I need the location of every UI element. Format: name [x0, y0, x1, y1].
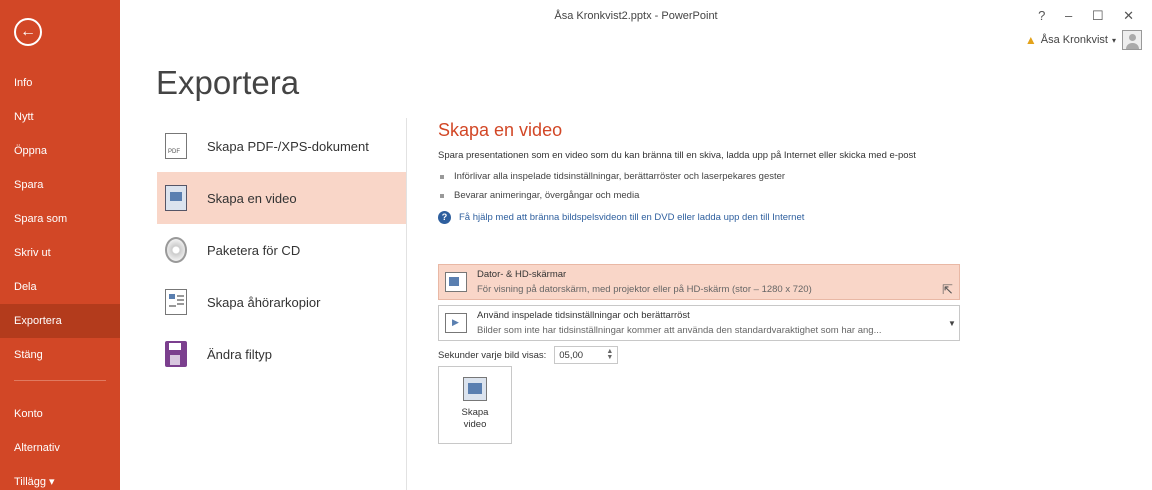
- dropdown-title: Använd inspelade tidsinställningar och b…: [477, 310, 690, 321]
- option-create-handouts[interactable]: Skapa åhörarkopior: [157, 276, 407, 328]
- dropdown-text: Dator- & HD-skärmar För visning på dator…: [477, 269, 945, 295]
- dropdown-title: Dator- & HD-skärmar: [477, 269, 567, 280]
- option-label: Skapa åhörarkopior: [207, 294, 321, 310]
- dropdown-text: Använd inspelade tidsinställningar och b…: [477, 310, 945, 336]
- option-create-video[interactable]: Skapa en video: [157, 172, 407, 224]
- nav-item-account[interactable]: Konto: [0, 397, 120, 431]
- close-button[interactable]: ✕: [1123, 8, 1142, 23]
- seconds-per-slide: Sekunder varje bild visas: 05,00 ▲ ▼: [438, 346, 619, 364]
- save-as-icon: [165, 341, 187, 367]
- window-controls: ? – ☐ ✕: [1038, 8, 1142, 24]
- nav-list-top: Info Nytt Öppna Spara Spara som Skriv ut…: [0, 66, 120, 372]
- warning-icon: ▲: [1024, 33, 1037, 47]
- page-title: Exportera: [156, 64, 300, 101]
- option-change-file-type[interactable]: Ändra filtyp: [157, 328, 407, 380]
- user-account[interactable]: ▲ Åsa Kronkvist ▾: [1025, 30, 1142, 50]
- narration-icon: [445, 313, 467, 333]
- nav-item-addins[interactable]: Tillägg ▾: [0, 465, 120, 490]
- seconds-stepper[interactable]: 05,00 ▲ ▼: [554, 346, 619, 364]
- window-title: Åsa Kronkvist2.pptx - PowerPoint: [554, 10, 718, 22]
- create-video-label: Skapa video: [461, 407, 489, 430]
- help-link-text[interactable]: Få hjälp med att bränna bildspelsvideon …: [459, 212, 804, 223]
- minimize-button[interactable]: –: [1065, 8, 1080, 23]
- seconds-label: Sekunder varje bild visas:: [438, 349, 547, 361]
- export-options: Skapa PDF-/XPS-dokument Skapa en video P…: [157, 120, 407, 380]
- help-link[interactable]: ? Få hjälp med att bränna bildspelsvideo…: [438, 211, 960, 224]
- pdf-document-icon: [165, 133, 187, 159]
- nav-item-open[interactable]: Öppna: [0, 134, 120, 168]
- dropdown-subtitle: För visning på datorskärm, med projektor…: [477, 284, 812, 295]
- chevron-down-icon[interactable]: ▾: [1112, 36, 1116, 45]
- chevron-down-icon[interactable]: ▼: [945, 319, 959, 328]
- video-icon: [463, 377, 487, 401]
- monitor-icon: [445, 272, 467, 292]
- dropdown-subtitle: Bilder som inte har tidsinställningar ko…: [477, 325, 882, 336]
- nav-divider: [14, 380, 106, 381]
- help-question-icon: ?: [438, 211, 451, 224]
- option-label: Skapa PDF-/XPS-dokument: [207, 138, 369, 154]
- nav-list-bottom: Konto Alternativ Tillägg ▾: [0, 397, 120, 490]
- cd-icon: [165, 237, 187, 263]
- timing-dropdown[interactable]: Använd inspelade tidsinställningar och b…: [438, 305, 960, 341]
- backstage-nav: ← Info Nytt Öppna Spara Spara som Skriv …: [0, 0, 120, 490]
- option-label: Ändra filtyp: [207, 346, 273, 362]
- bullet-item: Införlivar alla inspelade tidsinställnin…: [438, 167, 960, 186]
- user-name[interactable]: Åsa Kronkvist: [1041, 34, 1108, 46]
- mouse-cursor-icon: ⇱: [942, 282, 953, 297]
- nav-item-export[interactable]: Exportera: [0, 304, 120, 338]
- option-label: Paketera för CD: [207, 242, 301, 258]
- bullet-item: Bevarar animeringar, övergångar och medi…: [438, 186, 960, 205]
- help-button[interactable]: ?: [1038, 8, 1053, 23]
- maximize-button[interactable]: ☐: [1092, 8, 1112, 23]
- nav-item-print[interactable]: Skriv ut: [0, 236, 120, 270]
- detail-heading: Skapa en video: [438, 120, 563, 140]
- panel-divider: [406, 118, 407, 490]
- nav-item-new[interactable]: Nytt: [0, 100, 120, 134]
- nav-item-close[interactable]: Stäng: [0, 338, 120, 372]
- avatar[interactable]: [1122, 30, 1142, 50]
- nav-item-options[interactable]: Alternativ: [0, 431, 120, 465]
- option-package-cd[interactable]: Paketera för CD: [157, 224, 407, 276]
- video-quality-dropdown[interactable]: Dator- & HD-skärmar För visning på dator…: [438, 264, 960, 300]
- video-detail-panel: Skapa en video Spara presentationen som …: [438, 120, 960, 224]
- nav-item-save[interactable]: Spara: [0, 168, 120, 202]
- detail-description: Spara presentationen som en video som du…: [438, 150, 916, 161]
- title-bar: Åsa Kronkvist2.pptx - PowerPoint ? – ☐ ✕…: [120, 0, 1152, 50]
- nav-item-save-as[interactable]: Spara som: [0, 202, 120, 236]
- option-create-pdf[interactable]: Skapa PDF-/XPS-dokument: [157, 120, 407, 172]
- back-arrow-icon[interactable]: ←: [14, 18, 42, 46]
- handout-icon: [165, 289, 187, 315]
- spinner-arrows-icon[interactable]: ▲ ▼: [606, 348, 613, 361]
- detail-bullets: Införlivar alla inspelade tidsinställnin…: [438, 167, 960, 205]
- video-icon: [165, 185, 187, 211]
- create-video-button[interactable]: Skapa video: [438, 366, 512, 444]
- option-label: Skapa en video: [207, 190, 297, 206]
- nav-item-share[interactable]: Dela: [0, 270, 120, 304]
- seconds-value[interactable]: 05,00: [559, 350, 583, 361]
- nav-item-info[interactable]: Info: [0, 66, 120, 100]
